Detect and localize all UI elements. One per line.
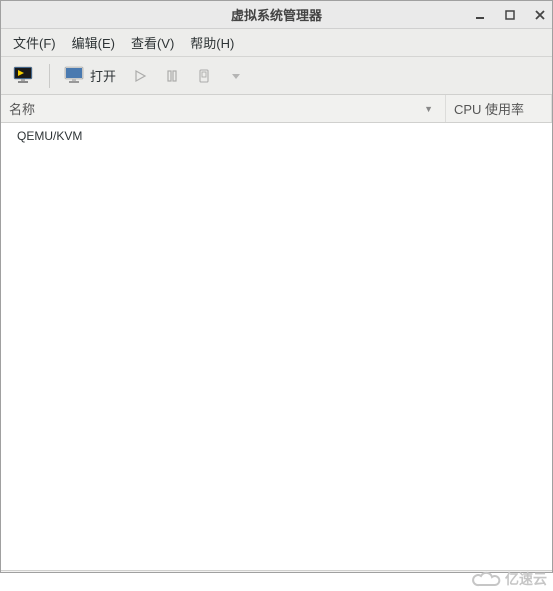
toolbar: 打开	[1, 57, 552, 95]
minimize-icon	[475, 10, 485, 20]
vm-list-area: QEMU/KVM	[1, 123, 552, 571]
minimize-button[interactable]	[472, 7, 488, 23]
close-icon	[535, 10, 545, 20]
cloud-icon	[472, 570, 502, 588]
chevron-down-icon	[231, 71, 241, 81]
maximize-button[interactable]	[502, 7, 518, 23]
sort-indicator-icon: ▼	[424, 104, 433, 114]
play-icon	[133, 69, 147, 83]
menu-help[interactable]: 帮助(H)	[184, 30, 240, 55]
new-vm-button[interactable]	[7, 62, 41, 90]
pause-vm-button[interactable]	[158, 62, 186, 90]
run-vm-button[interactable]	[126, 62, 154, 90]
close-button[interactable]	[532, 7, 548, 23]
menu-view[interactable]: 查看(V)	[125, 30, 180, 55]
menubar: 文件(F) 编辑(E) 查看(V) 帮助(H)	[1, 29, 552, 57]
menu-file[interactable]: 文件(F)	[7, 30, 62, 55]
monitor-new-icon	[13, 66, 35, 86]
watermark-text: 亿速云	[505, 569, 547, 589]
window-title: 虚拟系统管理器	[1, 5, 552, 24]
column-cpu-label: CPU 使用率	[454, 99, 524, 118]
maximize-icon	[505, 10, 515, 20]
columns-header: 名称 ▼ CPU 使用率	[1, 95, 552, 123]
titlebar: 虚拟系统管理器	[1, 1, 552, 29]
column-header-name[interactable]: 名称 ▼	[1, 95, 446, 122]
open-vm-label: 打开	[90, 66, 116, 85]
shutdown-vm-button[interactable]	[190, 62, 218, 90]
toolbar-separator	[49, 64, 50, 88]
list-item[interactable]: QEMU/KVM	[1, 123, 552, 149]
shutdown-icon	[197, 68, 211, 84]
menu-edit[interactable]: 编辑(E)	[66, 30, 121, 55]
list-item-label: QEMU/KVM	[17, 129, 82, 143]
column-header-cpu[interactable]: CPU 使用率	[446, 95, 552, 122]
column-name-label: 名称	[9, 99, 35, 118]
watermark: 亿速云	[472, 569, 547, 589]
window-controls	[472, 7, 548, 23]
shutdown-menu-button[interactable]	[222, 62, 250, 90]
monitor-icon	[64, 66, 86, 86]
application-window: 虚拟系统管理器 文件(F) 编辑(E) 查看(V) 帮助(H)	[0, 0, 553, 573]
pause-icon	[165, 69, 179, 83]
open-vm-button[interactable]: 打开	[58, 62, 122, 90]
